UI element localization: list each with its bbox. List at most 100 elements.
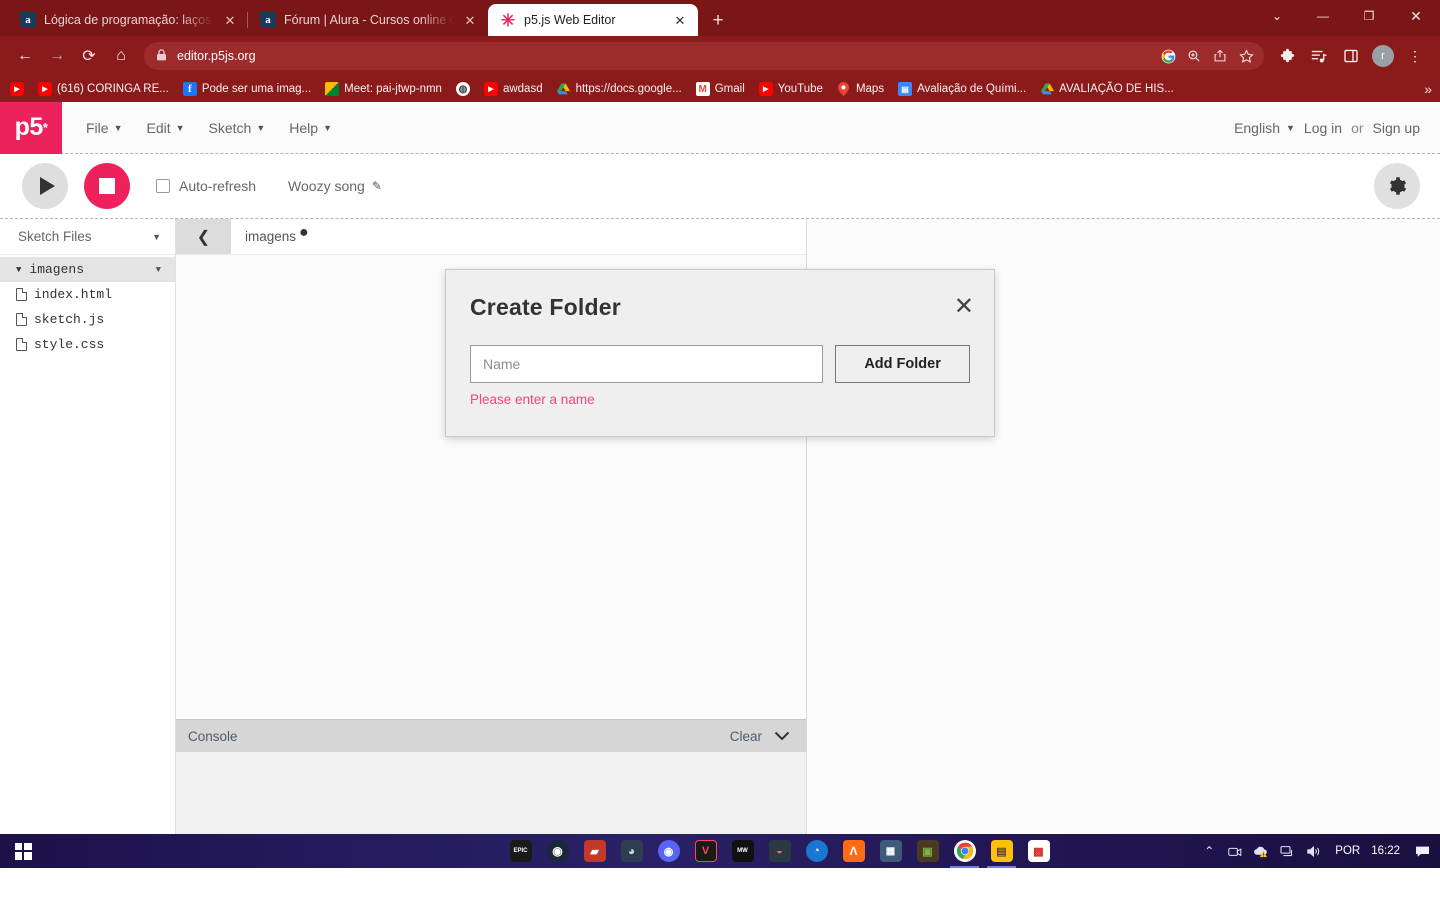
bookmark-item[interactable]: Meet: pai-jtwp-nmn <box>319 80 448 98</box>
google-g-icon[interactable] <box>1156 44 1180 68</box>
bookmark-item[interactable]: ▤ Avaliação de Quími... <box>892 80 1032 98</box>
validation-error-message: Please enter a name <box>470 392 595 407</box>
console-header[interactable]: Console Clear <box>176 719 806 752</box>
login-link[interactable]: Log in <box>1304 120 1342 136</box>
valorant-icon[interactable]: V <box>687 834 724 868</box>
home-icon[interactable]: ⌂ <box>106 41 136 71</box>
auto-refresh-checkbox[interactable] <box>156 179 170 193</box>
browser-tab-1[interactable]: a Lógica de programação: laços e l ✕ <box>8 4 248 36</box>
cloud-warning-icon[interactable] <box>1248 834 1274 868</box>
console-clear-button[interactable]: Clear <box>730 729 762 744</box>
language-selector[interactable]: English ▼ <box>1234 120 1295 136</box>
signup-link[interactable]: Sign up <box>1373 120 1420 136</box>
browser-tab-3-active[interactable]: ✳ p5.js Web Editor ✕ <box>488 4 698 36</box>
clock[interactable]: 16:22 <box>1369 845 1408 857</box>
language-indicator[interactable]: POR <box>1326 845 1369 857</box>
chevron-down-icon[interactable] <box>774 729 790 744</box>
minimize-button[interactable]: — <box>1300 0 1346 32</box>
tab-close-button[interactable]: ✕ <box>222 12 238 28</box>
bookmark-item[interactable]: ▶ (616) CORINGA RE... <box>32 80 175 98</box>
share-icon[interactable] <box>1208 44 1232 68</box>
menu-file[interactable]: File ▼ <box>76 114 132 142</box>
side-panel-icon[interactable] <box>1336 41 1366 71</box>
notification-icon[interactable] <box>1408 834 1436 868</box>
bookmark-item[interactable]: AVALIAÇÃO DE HIS... <box>1034 80 1180 98</box>
back-icon[interactable]: ← <box>10 41 40 71</box>
sketch-name-group[interactable]: Woozy song ✎ <box>288 178 382 194</box>
folder-options-chevron-icon[interactable]: ▼ <box>156 265 161 275</box>
minecraft-icon[interactable]: ▣ <box>909 834 946 868</box>
sketch-files-header[interactable]: Sketch Files ▼ <box>0 219 175 255</box>
tab-close-button[interactable]: ✕ <box>462 12 478 28</box>
bookmark-item[interactable]: M Gmail <box>690 80 751 98</box>
cities-skylines-icon[interactable]: ▦ <box>872 834 909 868</box>
file-row-index-html[interactable]: index.html <box>0 282 175 307</box>
call-of-duty-icon[interactable]: MW <box>724 834 761 868</box>
extensions-puzzle-icon[interactable] <box>1272 41 1302 71</box>
pencil-edit-icon[interactable]: ✎ <box>372 179 382 193</box>
create-folder-modal: Create Folder ✕ Add Folder Please enter … <box>445 269 995 437</box>
bookmark-star-icon[interactable] <box>1234 44 1258 68</box>
blender-icon[interactable]: ◔ <box>798 834 835 868</box>
file-row-style-css[interactable]: style.css <box>0 332 175 357</box>
browser-tab-2[interactable]: a Fórum | Alura - Cursos online de ✕ <box>247 4 488 36</box>
file-explorer-icon[interactable]: ▤ <box>983 834 1020 868</box>
maximize-button[interactable]: ❐ <box>1346 0 1392 32</box>
autodesk-icon[interactable]: Λ <box>835 834 872 868</box>
youtube-icon: ▶ <box>10 82 24 96</box>
auto-refresh-toggle[interactable]: Auto-refresh <box>156 178 256 194</box>
menu-sketch[interactable]: Sketch ▼ <box>199 114 276 142</box>
menu-edit[interactable]: Edit ▼ <box>136 114 194 142</box>
microsoft-store-icon[interactable]: ▩ <box>1020 834 1057 868</box>
chevron-down-icon[interactable]: ▼ <box>152 232 161 242</box>
bookmark-item[interactable]: Maps <box>831 80 890 98</box>
pocket-tanks-icon[interactable]: ▰ <box>576 834 613 868</box>
tab-search-chevron-icon[interactable]: ⌄ <box>1254 0 1300 32</box>
zoom-icon[interactable] <box>1182 44 1206 68</box>
forward-icon[interactable]: → <box>42 41 72 71</box>
address-bar[interactable]: editor.p5js.org <box>144 42 1264 70</box>
gear-icon[interactable] <box>1374 163 1420 209</box>
browser-menu-icon[interactable]: ⋮ <box>1400 41 1430 71</box>
menu-help[interactable]: Help ▼ <box>279 114 342 142</box>
new-tab-button[interactable]: + <box>704 6 732 34</box>
folder-name-input[interactable] <box>470 345 824 383</box>
steam-icon[interactable]: ◉ <box>539 834 576 868</box>
network-icon[interactable] <box>1274 834 1300 868</box>
bookmark-item[interactable]: f Pode ser uma imag... <box>177 80 317 98</box>
bookmark-item[interactable]: ▶ awdasd <box>478 80 549 98</box>
file-row-folder-imagens[interactable]: ▼ imagens ▼ <box>0 257 175 282</box>
tab-close-button[interactable]: ✕ <box>672 12 688 28</box>
google-chrome-icon[interactable] <box>946 834 983 868</box>
stop-button[interactable] <box>84 163 130 209</box>
nvidia-icon[interactable]: ◕ <box>613 834 650 868</box>
triangle-down-icon[interactable]: ▼ <box>16 265 21 275</box>
p5-logo[interactable]: p5 * <box>0 101 62 154</box>
file-row-sketch-js[interactable]: sketch.js <box>0 307 175 332</box>
reading-list-icon[interactable] <box>1304 41 1334 71</box>
windows-start-icon[interactable] <box>0 834 46 868</box>
bookmark-item[interactable]: ▶ YouTube <box>753 80 829 98</box>
bookmark-item[interactable]: ▶ <box>4 80 30 98</box>
google-forms-icon: ▤ <box>898 82 913 96</box>
close-icon[interactable]: ✕ <box>954 295 974 319</box>
davinci-resolve-icon[interactable]: ◒ <box>761 834 798 868</box>
chevron-down-icon: ▼ <box>323 122 332 133</box>
camera-icon[interactable] <box>1222 834 1248 868</box>
volume-icon[interactable] <box>1300 834 1326 868</box>
show-hidden-icons-chevron-icon[interactable]: ⌃ <box>1196 834 1222 868</box>
reload-icon[interactable]: ⟳ <box>74 41 104 71</box>
bookmark-label: https://docs.google... <box>575 83 682 95</box>
bookmark-label: Pode ser uma imag... <box>201 83 312 95</box>
bookmarks-overflow-icon[interactable]: » <box>1424 81 1432 97</box>
back-button[interactable]: ❮ <box>176 219 231 254</box>
add-folder-button[interactable]: Add Folder <box>835 345 970 383</box>
play-button[interactable] <box>22 163 68 209</box>
bookmark-item[interactable]: ◍ <box>450 80 476 98</box>
epic-games-icon[interactable]: EPIC <box>502 834 539 868</box>
discord-icon[interactable]: ◉ <box>650 834 687 868</box>
bookmark-label: awdasd <box>502 83 543 95</box>
profile-avatar[interactable]: r <box>1368 41 1398 71</box>
close-window-button[interactable]: ✕ <box>1392 0 1440 32</box>
bookmark-item[interactable]: https://docs.google... <box>551 80 688 98</box>
